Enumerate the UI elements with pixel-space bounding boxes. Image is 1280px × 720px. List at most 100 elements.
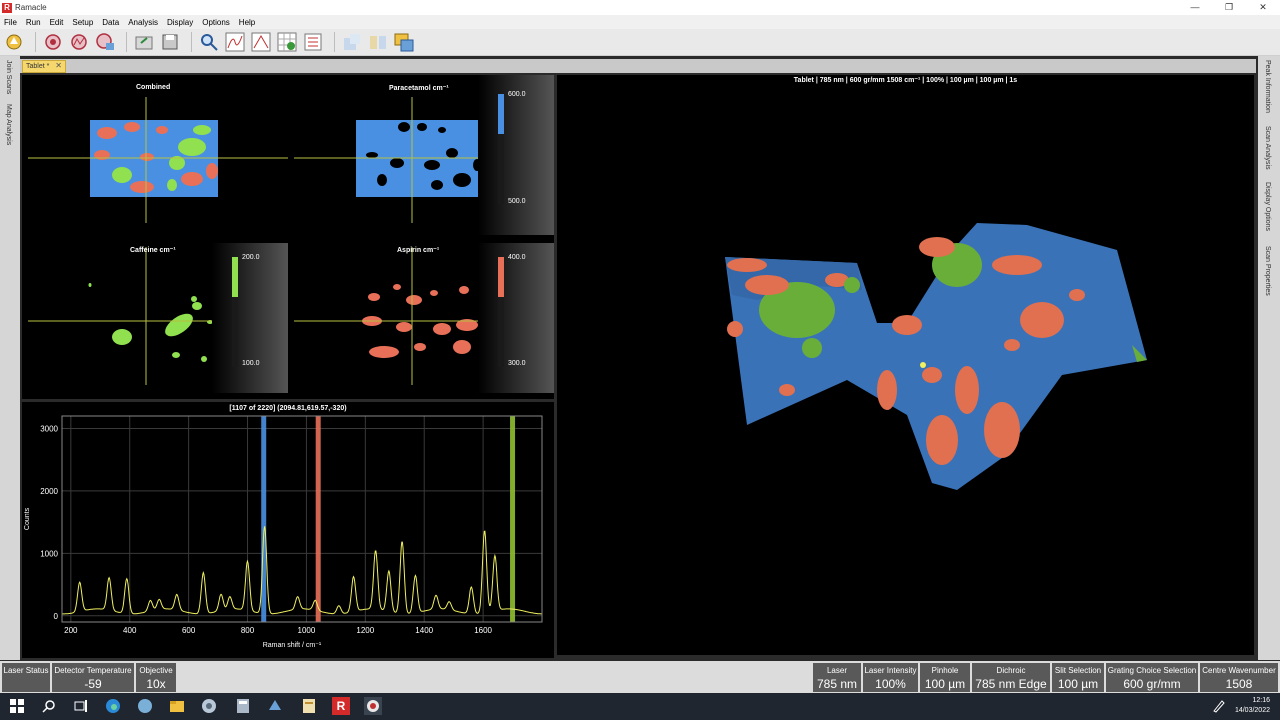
x-tick-label: 1000 — [298, 626, 316, 635]
app-window: R Ramacle — ❐ ✕ File Run Edit Setup Data… — [0, 0, 1280, 720]
window-title: Ramacle — [15, 3, 47, 12]
caffeine-map[interactable] — [28, 243, 288, 393]
app-icon-3[interactable] — [266, 697, 284, 715]
toolbar — [0, 29, 1280, 56]
surface-3d-panel: Tablet | 785 nm | 600 gr/mm 1508 cm⁻¹ | … — [557, 75, 1254, 655]
file-explorer-icon[interactable] — [168, 697, 186, 715]
caffeine-min-label: 100.0 — [242, 360, 260, 367]
app-logo-icon: R — [2, 2, 12, 13]
menu-edit[interactable]: Edit — [50, 18, 64, 27]
menu-setup[interactable]: Setup — [72, 18, 93, 27]
app-icon-1[interactable] — [136, 697, 154, 715]
x-tick-label: 1400 — [415, 626, 433, 635]
search-icon[interactable] — [40, 697, 58, 715]
spectrum-panel: [1107 of 2220] (2094.81,619.57,-320) 200… — [22, 402, 554, 658]
baseline-icon[interactable] — [250, 31, 272, 53]
open-icon[interactable] — [133, 31, 155, 53]
laser-status-panel: Laser Status — [2, 663, 50, 692]
slit-selection-value: 100 µm — [1057, 677, 1099, 691]
grating-choice-value: 600 gr/mm — [1123, 677, 1181, 691]
laser-label: Laser — [826, 666, 847, 675]
spectrum-y-axis-label: Counts — [24, 507, 31, 530]
app-icon-2[interactable] — [200, 697, 218, 715]
acquire-icon[interactable] — [3, 31, 25, 53]
caffeine-map-title: Caffeine cm⁻¹ — [130, 247, 176, 254]
pen-icon[interactable] — [1210, 697, 1228, 715]
scan-properties-tab[interactable]: Scan Properties — [1264, 246, 1271, 296]
laser-icon[interactable] — [42, 31, 64, 53]
display-options-tab[interactable]: Display Options — [1264, 182, 1271, 231]
aspirin-min-label: 300.0 — [508, 360, 526, 367]
tab-tablet[interactable]: Tablet * ✕ — [22, 60, 66, 73]
slit-selection-label: Slit Selection — [1054, 666, 1102, 675]
menu-display[interactable]: Display — [167, 18, 193, 27]
scan-analysis-tab[interactable]: Scan Analysis — [1264, 126, 1271, 170]
grating-choice-label: Grating Choice Selection — [1107, 666, 1197, 675]
x-tick-label: 800 — [241, 626, 255, 635]
menu-bar: File Run Edit Setup Data Analysis Displa… — [0, 15, 1280, 29]
surface-3d-view[interactable] — [557, 75, 1254, 655]
close-button[interactable]: ✕ — [1246, 0, 1280, 15]
join-scans-tab[interactable]: Join Scans — [5, 60, 12, 94]
app-icon-4[interactable] — [300, 697, 318, 715]
spectrum-line — [62, 526, 542, 615]
edge-icon[interactable] — [104, 697, 122, 715]
laser-panel: Laser 785 nm — [813, 663, 861, 692]
menu-file[interactable]: File — [4, 18, 17, 27]
clock-date: 14/03/2022 — [1234, 707, 1270, 714]
zoom-icon[interactable] — [198, 31, 220, 53]
laser-value: 785 nm — [816, 677, 858, 691]
save-icon[interactable] — [159, 31, 181, 53]
map-icon[interactable] — [94, 31, 116, 53]
menu-run[interactable]: Run — [26, 18, 41, 27]
peak-marker[interactable] — [510, 416, 516, 622]
ramacle-taskbar-icon[interactable]: R — [332, 697, 350, 715]
combined-map[interactable] — [28, 97, 288, 223]
spectrum-x-axis-label: Raman shift / cm⁻¹ — [263, 642, 322, 649]
start-icon[interactable] — [8, 697, 26, 715]
document-tab-strip: Tablet * ✕ — [20, 59, 1256, 73]
peak-information-tab[interactable]: Peak Information — [1264, 60, 1271, 113]
menu-help[interactable]: Help — [239, 18, 255, 27]
status-bar: Laser Status Detector Temperature -59 Ob… — [0, 661, 1280, 693]
laser-intensity-value: 100% — [875, 677, 906, 691]
app-icon-5[interactable] — [364, 697, 382, 715]
clock-time: 12:16 — [1252, 697, 1270, 704]
menu-analysis[interactable]: Analysis — [128, 18, 158, 27]
centre-wavenumber-value: 1508 — [1225, 677, 1253, 691]
detector-temperature-value: -59 — [84, 677, 102, 691]
laser-intensity-panel: Laser Intensity 100% — [863, 663, 918, 692]
peak-fit-icon[interactable] — [224, 31, 246, 53]
minimize-button[interactable]: — — [1178, 0, 1212, 15]
menu-data[interactable]: Data — [102, 18, 119, 27]
layers-icon — [367, 31, 389, 53]
paracetamol-max-label: 600.0 — [508, 91, 526, 98]
grid-check-icon[interactable] — [276, 31, 298, 53]
window-icon[interactable] — [393, 31, 415, 53]
objective-value: 10x — [146, 677, 166, 691]
laser-intensity-label: Laser Intensity — [864, 666, 917, 675]
aspirin-map[interactable] — [294, 243, 554, 393]
detector-temperature-label: Detector Temperature — [54, 666, 132, 675]
x-tick-label: 400 — [123, 626, 137, 635]
peak-marker[interactable] — [315, 416, 321, 622]
tab-close-icon[interactable]: ✕ — [55, 61, 62, 70]
spectrum-chart[interactable]: 200 400 600 800 1000 1200 1400 1600 0 1000 2000 30… — [22, 402, 554, 658]
maximize-button[interactable]: ❐ — [1212, 0, 1246, 15]
task-view-icon[interactable] — [72, 697, 90, 715]
paracetamol-map[interactable] — [294, 75, 554, 235]
map-analysis-tab[interactable]: Map Analysis — [5, 104, 12, 145]
maps-panel: Combined Paracetamol cm⁻¹ 600.0 500.0 Ca… — [22, 75, 554, 399]
y-tick-label: 3000 — [40, 424, 58, 433]
spectrum-icon[interactable] — [68, 31, 90, 53]
dichroic-panel: Dichroic 785 nm Edge — [972, 663, 1050, 692]
peak-marker[interactable] — [261, 416, 267, 622]
system-clock[interactable]: 12:16 14/03/2022 — [1235, 696, 1270, 716]
objective-panel: Objective 10x — [136, 663, 176, 692]
checklist-icon[interactable] — [302, 31, 324, 53]
grating-choice-panel: Grating Choice Selection 600 gr/mm — [1106, 663, 1198, 692]
tab-tablet-label: Tablet * — [26, 63, 50, 70]
calculator-icon[interactable] — [234, 697, 252, 715]
aspirin-map-title: Aspirin cm⁻¹ — [397, 247, 440, 254]
menu-options[interactable]: Options — [202, 18, 230, 27]
